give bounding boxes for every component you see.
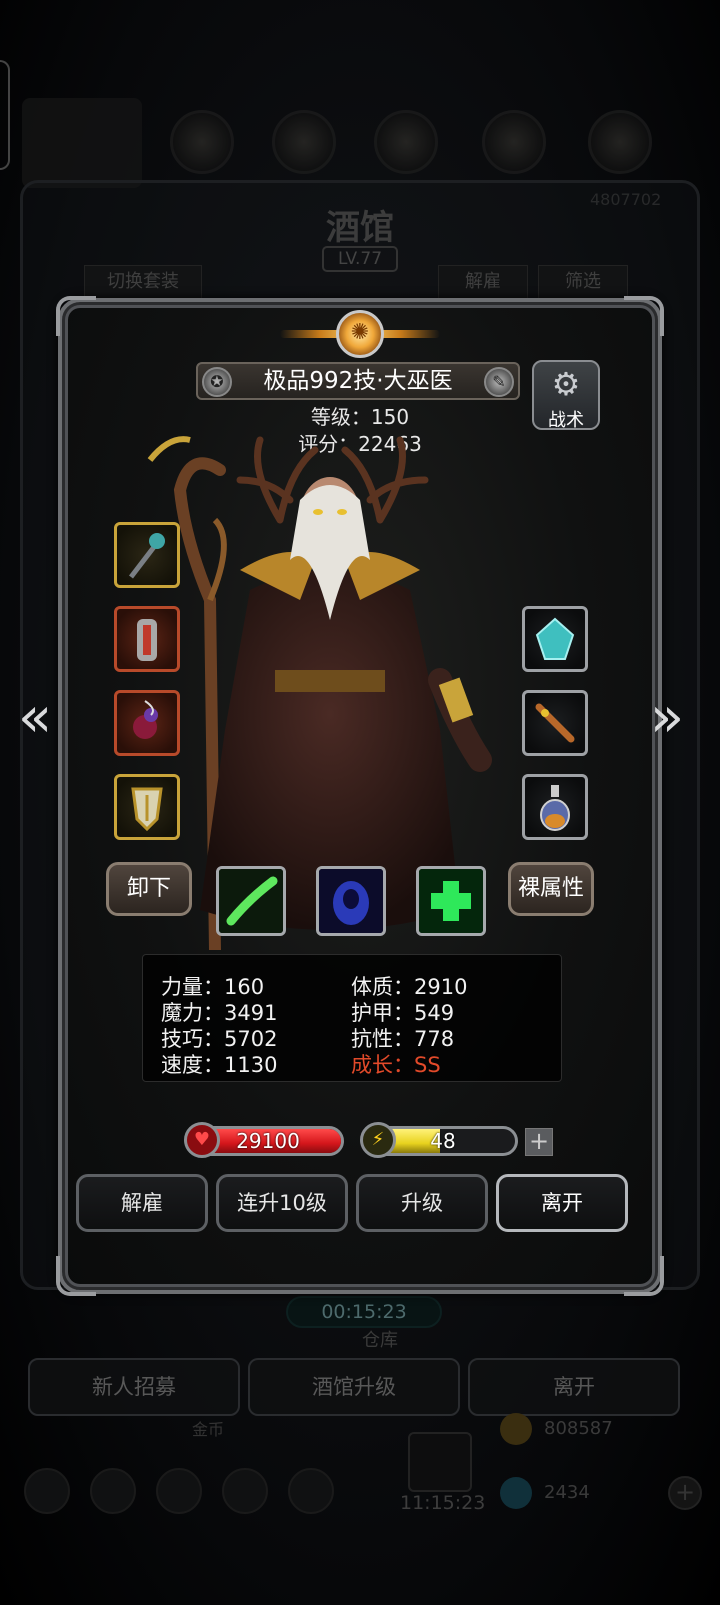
tavern-title: 酒馆 bbox=[326, 208, 394, 248]
stat-growth: 成长：SS bbox=[351, 1053, 441, 1077]
amulet-icon bbox=[133, 700, 158, 739]
recruit-timer: 00:15:23 bbox=[286, 1296, 442, 1328]
green-slash-icon bbox=[219, 869, 283, 933]
upgrade-tavern-button[interactable]: 酒馆升级 bbox=[248, 1358, 460, 1416]
frame-corner bbox=[56, 296, 96, 336]
sun-emblem-icon: ✺ bbox=[336, 310, 384, 358]
hero-name: 极品992技·大巫医 bbox=[263, 368, 453, 394]
gem-resource: 2434 bbox=[500, 1476, 680, 1510]
bottom-nav-icon-1[interactable] bbox=[24, 1468, 70, 1514]
hero-stats-panel: 力量：160 魔力：3491 技巧：5702 速度：1130 体质：2910 护… bbox=[142, 954, 562, 1082]
gem-icon bbox=[535, 617, 575, 660]
upgrade-button[interactable]: 升级 bbox=[356, 1174, 488, 1232]
next-hero-arrow-icon[interactable]: » bbox=[642, 690, 692, 750]
bottom-nav-icon-5[interactable] bbox=[288, 1468, 334, 1514]
hero-name-plate: ✪ 极品992技·大巫医 ✎ bbox=[196, 362, 520, 400]
equip-slot-shield[interactable] bbox=[114, 774, 180, 840]
staff-icon bbox=[129, 533, 165, 579]
gem-coin-icon bbox=[500, 1477, 532, 1509]
top-menu-icon-4 bbox=[482, 110, 546, 174]
edit-name-icon[interactable]: ✎ bbox=[484, 367, 514, 397]
upgrade-10-levels-button[interactable]: 连升10级 bbox=[216, 1174, 348, 1232]
tavern-level: LV.77 bbox=[322, 246, 398, 272]
top-menu-icon-1 bbox=[170, 110, 234, 174]
filter-tab[interactable]: 筛选 bbox=[538, 265, 628, 299]
bottom-nav-icon-2[interactable] bbox=[90, 1468, 136, 1514]
blue-spirit-icon bbox=[319, 869, 383, 933]
previous-hero-arrow-icon[interactable]: « bbox=[10, 690, 60, 750]
warehouse-label[interactable]: 仓库 bbox=[362, 1326, 398, 1352]
bottom-nav-icon-4[interactable] bbox=[222, 1468, 268, 1514]
player-avatar bbox=[22, 98, 142, 188]
gold-resource: 808587 bbox=[500, 1412, 680, 1446]
frame-corner bbox=[624, 296, 664, 336]
equip-slot-gem[interactable] bbox=[522, 606, 588, 672]
frame-corner bbox=[624, 1256, 664, 1296]
gift-timer: 11:15:23 bbox=[400, 1492, 486, 1514]
gold-coin-icon bbox=[500, 1413, 532, 1445]
dismiss-tab[interactable]: 解雇 bbox=[438, 265, 528, 299]
shield-icon bbox=[131, 787, 163, 832]
equip-slot-armor[interactable] bbox=[114, 606, 180, 672]
equip-slot-amulet[interactable] bbox=[114, 690, 180, 756]
bottom-nav-icon-3[interactable] bbox=[156, 1468, 202, 1514]
heart-icon: ♥ bbox=[184, 1122, 220, 1158]
skill-slot-3[interactable] bbox=[416, 866, 486, 936]
armor-icon bbox=[137, 619, 157, 661]
dagger-icon bbox=[535, 703, 575, 743]
medal-icon[interactable]: ✪ bbox=[202, 367, 232, 397]
leave-button[interactable]: 离开 bbox=[496, 1174, 628, 1232]
unequip-button[interactable]: 卸下 bbox=[106, 862, 192, 916]
dismiss-hero-button[interactable]: 解雇 bbox=[76, 1174, 208, 1232]
frame-corner bbox=[56, 1256, 96, 1296]
rank-emblem: ✺ bbox=[280, 310, 440, 358]
gem-amount: 2434 bbox=[544, 1482, 590, 1503]
hero-level: 等级：150 bbox=[310, 405, 410, 429]
top-menu-icon-3 bbox=[374, 110, 438, 174]
gold-label: 金币 bbox=[192, 1420, 225, 1439]
equip-slot-weapon[interactable] bbox=[114, 522, 180, 588]
gold-amount: 808587 bbox=[544, 1418, 613, 1439]
tavern-leave-button[interactable]: 离开 bbox=[468, 1358, 680, 1416]
lightning-icon: ⚡ bbox=[360, 1122, 396, 1158]
side-tab-handle bbox=[0, 60, 10, 170]
base-attributes-button[interactable]: 裸属性 bbox=[508, 862, 594, 916]
gear-icon: ⚙ bbox=[551, 365, 581, 403]
skill-slot-1[interactable] bbox=[216, 866, 286, 936]
top-menu-icon-5 bbox=[588, 110, 652, 174]
equip-slot-dagger[interactable] bbox=[522, 690, 588, 756]
add-energy-button[interactable]: + bbox=[525, 1128, 553, 1156]
add-resource-button[interactable]: + bbox=[668, 1476, 702, 1510]
potion-icon bbox=[540, 785, 570, 831]
switch-outfit-tab[interactable]: 切换套装 bbox=[84, 265, 202, 299]
green-cross-icon bbox=[419, 869, 483, 933]
gift-box-icon[interactable] bbox=[408, 1432, 472, 1492]
equip-slot-potion[interactable] bbox=[522, 774, 588, 840]
recruit-button[interactable]: 新人招募 bbox=[28, 1358, 240, 1416]
stat-speed: 速度：1130 bbox=[161, 1053, 278, 1077]
top-menu-icon-2 bbox=[272, 110, 336, 174]
skill-slot-2[interactable] bbox=[316, 866, 386, 936]
